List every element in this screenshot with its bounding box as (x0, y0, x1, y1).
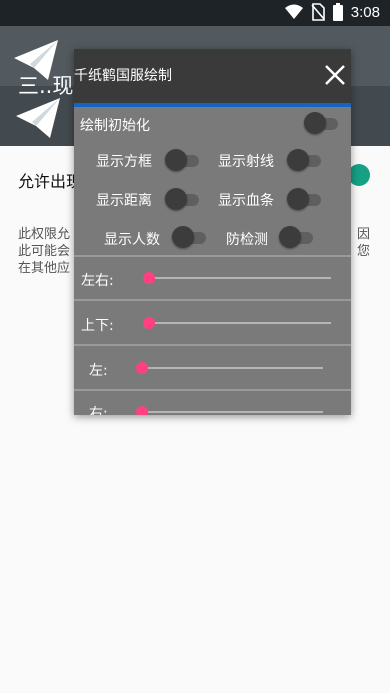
slider-label: 左: (89, 363, 108, 379)
slider-thumb[interactable] (136, 362, 148, 374)
distance-label: 显示距离 (96, 193, 152, 209)
divider (74, 389, 351, 391)
paper-plane-icon (16, 98, 60, 138)
description-fragment: 因 (356, 227, 370, 242)
panel-accent-bar (74, 103, 351, 107)
box-toggle[interactable] (165, 149, 201, 171)
ray-toggle[interactable] (287, 149, 323, 171)
count-label: 显示人数 (104, 232, 160, 248)
divider (74, 344, 351, 346)
anti-detect-label: 防检测 (226, 232, 268, 248)
health-label: 显示血条 (218, 193, 274, 209)
init-toggle[interactable] (304, 112, 340, 134)
health-toggle[interactable] (287, 188, 323, 210)
panel-title: 千纸鹤国服绘制 (74, 68, 172, 84)
no-sim-icon (311, 3, 325, 21)
slider-thumb[interactable] (143, 272, 155, 284)
right-slider[interactable] (138, 411, 323, 413)
box-label: 显示方框 (96, 154, 152, 170)
permission-label: 允许出现 (18, 172, 83, 191)
horizontal-slider[interactable] (146, 277, 331, 279)
count-toggle[interactable] (172, 226, 208, 248)
slider-thumb[interactable] (143, 317, 155, 329)
status-bar: 3:08 (0, 0, 390, 26)
anti-detect-toggle[interactable] (279, 226, 315, 248)
description-fragment: 您 (356, 244, 370, 259)
slider-label: 上下: (81, 318, 114, 334)
distance-toggle[interactable] (165, 188, 201, 210)
divider (74, 299, 351, 301)
ray-label: 显示射线 (218, 154, 274, 170)
panel-header: 千纸鹤国服绘制 (74, 49, 351, 103)
wifi-icon (284, 4, 303, 19)
divider (74, 255, 351, 257)
battery-icon (332, 3, 343, 21)
slider-label: 右: (89, 406, 108, 415)
slider-label: 左右: (81, 273, 114, 289)
slider-thumb[interactable] (136, 406, 148, 415)
permission-toggle[interactable] (348, 164, 370, 186)
clock: 3:08 (350, 3, 380, 21)
left-slider[interactable] (138, 367, 323, 369)
vertical-slider[interactable] (146, 322, 331, 324)
draw-panel: 千纸鹤国服绘制 绘制初始化 显示方框 显示射线 显示距离 显示血条 显示人数 防… (74, 49, 351, 415)
init-label: 绘制初始化 (80, 118, 150, 134)
close-icon[interactable] (323, 63, 347, 87)
